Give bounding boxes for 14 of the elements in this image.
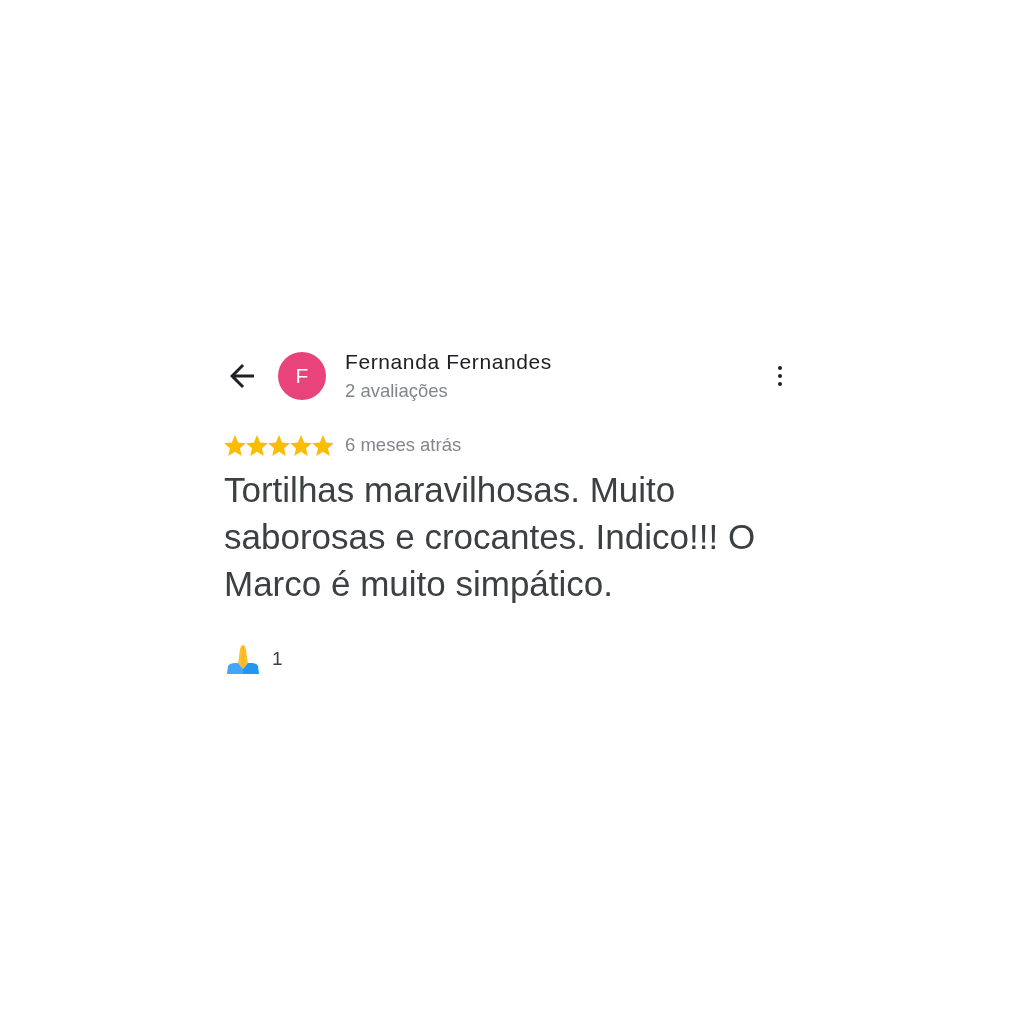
review-count: 2 avaliações <box>345 379 449 403</box>
star-icon <box>268 434 290 456</box>
review-time: 6 meses atrás <box>345 434 462 456</box>
star-icon <box>290 434 312 456</box>
star-icon <box>246 434 268 456</box>
avatar: F <box>278 352 326 400</box>
more-options-icon <box>778 366 782 386</box>
reaction-count: 1 <box>272 646 283 671</box>
reviewer-name[interactable]: Fernanda Fernandes <box>345 349 770 375</box>
back-arrow-icon <box>230 364 254 388</box>
star-icon <box>224 434 246 456</box>
praying-hands-icon <box>226 644 260 674</box>
star-icon <box>312 434 334 456</box>
review-text: Tortilhas maravilhosas. Muito saborosas e crocantes. Indico!!! O Marco é muito simpático. <box>224 469 757 605</box>
